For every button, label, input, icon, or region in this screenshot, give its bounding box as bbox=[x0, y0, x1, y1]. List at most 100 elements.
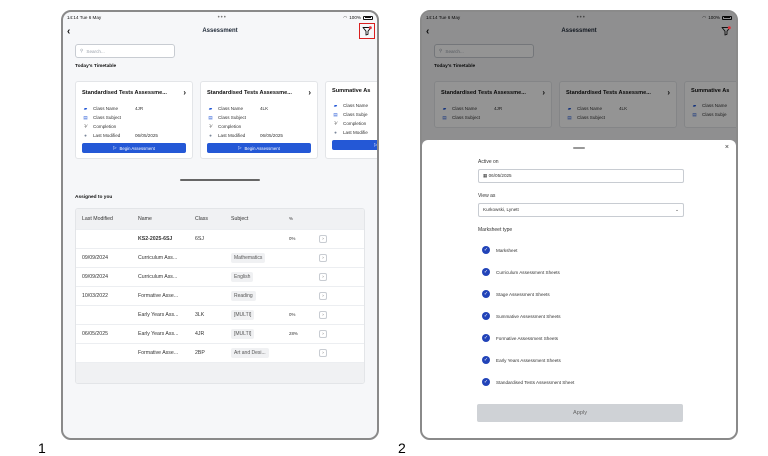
table-row[interactable]: 09/09/2024 Curriculum Ass... Mathematics › bbox=[76, 247, 364, 267]
marksheet-option[interactable]: ✓ Summative Assessment Sheets bbox=[482, 312, 736, 321]
cell-name: Formative Asse... bbox=[138, 292, 179, 299]
row-open-chevron-icon[interactable]: › bbox=[319, 234, 327, 243]
class-name-value: 4LK bbox=[260, 106, 269, 111]
marksheet-option[interactable]: ✓ Early Years Assessment Sheets bbox=[482, 356, 736, 365]
cell-modified: 06/05/2025 bbox=[82, 330, 108, 337]
col-header-name[interactable]: Name bbox=[138, 216, 195, 222]
filter-button[interactable] bbox=[359, 23, 375, 39]
cell-class: 6SJ bbox=[195, 235, 204, 242]
view-as-select[interactable]: Kurkowski, Lynett ⌄ bbox=[478, 202, 684, 217]
play-icon: ▷ bbox=[374, 142, 378, 147]
timetable-heading: Today's Timetable bbox=[75, 64, 117, 69]
last-modified-value: 06/05/2025 bbox=[135, 133, 158, 138]
marksheet-option[interactable]: ✓ Formative Assessment Sheets bbox=[482, 334, 736, 343]
option-label: Curriculum Assessment Sheets bbox=[496, 269, 560, 275]
subject-icon: ▤ bbox=[333, 111, 338, 117]
page-title: Assessment bbox=[202, 28, 238, 34]
row-open-chevron-icon[interactable]: › bbox=[319, 329, 327, 338]
check-circle-icon[interactable]: ✓ bbox=[482, 378, 490, 386]
filter-button[interactable] bbox=[720, 25, 732, 37]
timetable-card[interactable]: Summative As ▰ Class Name ▤ Class Subje ⅟ C… bbox=[325, 81, 378, 159]
status-date: Tue 6 May bbox=[79, 15, 102, 20]
class-icon: ▰ bbox=[83, 105, 88, 111]
cell-name: Early Years Ass... bbox=[138, 330, 179, 337]
timetable-carousel[interactable]: Standardised Tests Assessme... › ▰ Class N… bbox=[75, 81, 378, 159]
check-circle-icon[interactable]: ✓ bbox=[482, 312, 490, 320]
cell-class: 2BP bbox=[195, 349, 205, 356]
row-open-chevron-icon[interactable]: › bbox=[319, 291, 327, 300]
carousel-scroll-indicator[interactable] bbox=[180, 179, 260, 181]
back-chevron-icon[interactable]: ‹ bbox=[67, 26, 79, 37]
table-row[interactable]: 09/09/2024 Curriculum Ass... English › bbox=[76, 266, 364, 286]
play-icon: ▷ bbox=[113, 145, 117, 150]
cell-subject: English bbox=[231, 271, 254, 282]
battery-icon bbox=[363, 15, 373, 20]
search-icon: ⚲ bbox=[80, 48, 84, 53]
last-modified-label: Last Modified bbox=[218, 133, 246, 138]
table-row[interactable]: 06/05/2025 Early Years Ass... 4JR [MULTI] 28… bbox=[76, 323, 364, 343]
chevron-right-icon[interactable]: › bbox=[308, 88, 311, 97]
row-open-chevron-icon[interactable]: › bbox=[319, 253, 327, 262]
class-icon: ▰ bbox=[333, 102, 338, 108]
row-open-chevron-icon[interactable]: › bbox=[319, 272, 327, 281]
timetable-card[interactable]: Standardised Tests Assessme... › ▰ Class N… bbox=[75, 81, 193, 159]
marksheet-option[interactable]: ✓ Curriculum Assessment Sheets bbox=[482, 268, 736, 277]
card-title: Standardised Tests Assessme... bbox=[82, 89, 167, 96]
class-name-label: Class Name bbox=[218, 106, 244, 111]
filter-sheet: × Active on ▦ 06/05/2025 View as Kurkows… bbox=[422, 140, 736, 438]
filter-icon bbox=[362, 26, 372, 36]
multitask-dots[interactable]: ••• bbox=[218, 15, 227, 21]
search-placeholder: Search... bbox=[86, 48, 105, 54]
begin-assessment-button[interactable]: ▷Be bbox=[332, 140, 378, 150]
begin-assessment-button[interactable]: ▷ Begin Assessment bbox=[207, 143, 311, 153]
option-label: Stage Assessment Sheets bbox=[496, 291, 550, 297]
col-header-last-modified[interactable]: Last Modified bbox=[76, 216, 138, 222]
check-circle-icon[interactable]: ✓ bbox=[482, 268, 490, 276]
completion-label: Completion bbox=[218, 124, 242, 129]
check-circle-icon[interactable]: ✓ bbox=[482, 246, 490, 254]
cell-percent: 0% bbox=[289, 312, 296, 317]
clock-icon: ● bbox=[334, 130, 337, 135]
cell-name: Formative Asse... bbox=[138, 349, 179, 356]
status-time: 14:14 bbox=[67, 15, 79, 20]
calendar-icon: ▦ bbox=[483, 172, 488, 178]
cell-name: Curriculum Ass... bbox=[138, 254, 178, 261]
timetable-card[interactable]: Standardised Tests Assessme... › ▰ Class N… bbox=[200, 81, 318, 159]
table-row[interactable]: 10/03/2022 Formative Asse... Reading › bbox=[76, 285, 364, 305]
marksheet-option[interactable]: ✓ Standardised Tests Assessment Sheet bbox=[482, 378, 736, 387]
option-label: Summative Assessment Sheets bbox=[496, 313, 561, 319]
active-on-date-field[interactable]: ▦ 06/05/2025 bbox=[478, 168, 684, 183]
col-header-subject[interactable]: Subject bbox=[231, 216, 289, 222]
option-label: Standardised Tests Assessment Sheet bbox=[496, 379, 575, 385]
cell-name: Curriculum Ass... bbox=[138, 273, 178, 280]
begin-assessment-button[interactable]: ▷ Begin Assessment bbox=[82, 143, 186, 153]
table-header: Last Modified Name Class Subject % bbox=[76, 208, 364, 229]
cell-subject: Art and Desi... bbox=[231, 347, 269, 358]
sheet-grabber[interactable] bbox=[573, 147, 585, 149]
clock-icon: ● bbox=[209, 133, 212, 138]
completion-icon: ⅟ bbox=[209, 123, 212, 129]
marksheet-option[interactable]: ✓ Marksheet bbox=[482, 246, 736, 255]
battery-percent: 100% bbox=[349, 15, 361, 20]
cell-modified: 09/09/2024 bbox=[82, 273, 108, 280]
view-as-label: View as bbox=[478, 192, 496, 199]
cell-subject: [MULTI] bbox=[231, 328, 255, 339]
row-open-chevron-icon[interactable]: › bbox=[319, 348, 327, 357]
col-header-percent[interactable]: % bbox=[289, 216, 319, 221]
active-on-label: Active on bbox=[478, 158, 499, 165]
apply-button[interactable]: Apply bbox=[477, 404, 683, 422]
col-header-class[interactable]: Class bbox=[195, 216, 231, 222]
check-circle-icon[interactable]: ✓ bbox=[482, 334, 490, 342]
table-row[interactable]: KS2-2025-6SJ 6SJ 0% › bbox=[76, 228, 364, 248]
table-row[interactable]: Early Years Ass... 3LK [MULTI] 0% › bbox=[76, 304, 364, 324]
chevron-right-icon[interactable]: › bbox=[183, 88, 186, 97]
table-row[interactable]: Formative Asse... 2BP Art and Desi... › bbox=[76, 342, 364, 362]
check-circle-icon[interactable]: ✓ bbox=[482, 290, 490, 298]
close-icon[interactable]: × bbox=[725, 144, 729, 151]
nav-bar: ‹ Assessment bbox=[63, 23, 377, 39]
row-open-chevron-icon[interactable]: › bbox=[319, 310, 327, 319]
check-circle-icon[interactable]: ✓ bbox=[482, 356, 490, 364]
last-modified-label: Last Modifie bbox=[343, 130, 368, 135]
search-input[interactable]: ⚲ Search... bbox=[75, 44, 175, 58]
marksheet-option[interactable]: ✓ Stage Assessment Sheets bbox=[482, 290, 736, 299]
